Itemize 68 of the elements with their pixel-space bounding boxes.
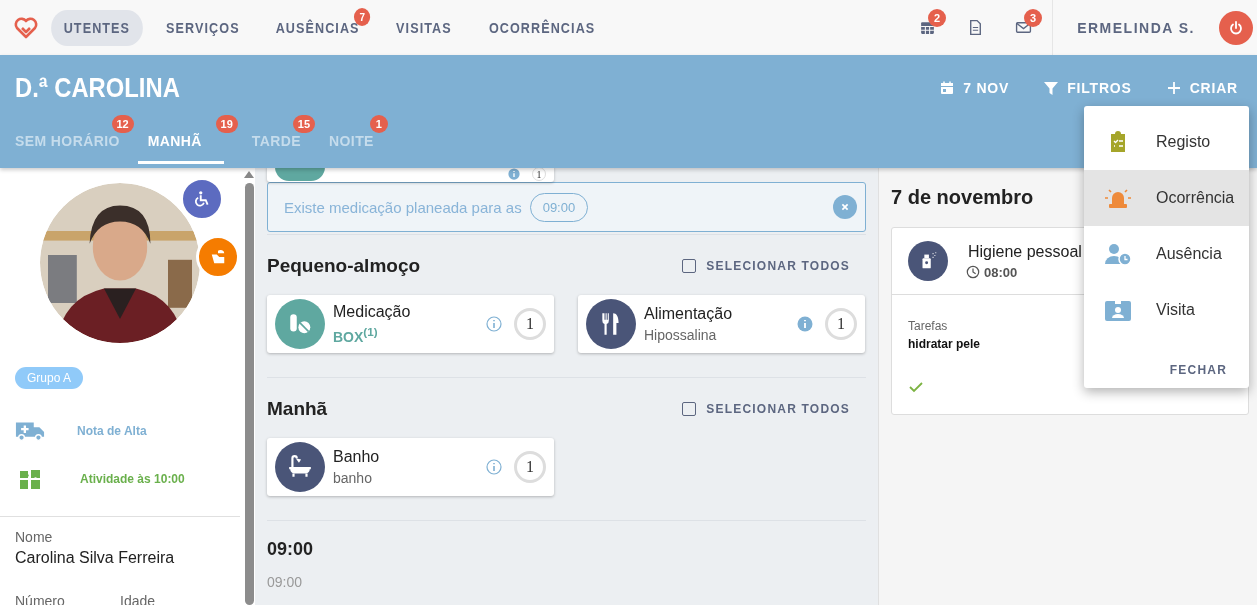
note-text: Nota de Alta: [77, 424, 147, 438]
count-badge: 3: [1024, 8, 1043, 27]
count-circle: 1: [825, 308, 857, 340]
user-clock-icon: [1104, 242, 1132, 266]
task-card[interactable]: Alimentação Hipossalina 1: [578, 295, 865, 353]
mail-icon: [1014, 19, 1032, 36]
count-badge: 1: [369, 115, 388, 133]
event-time: 08:00: [966, 264, 1082, 280]
note-text: Atividade às 10:00: [80, 472, 185, 486]
nav-tab[interactable]: OCORRÊNCIAS: [475, 9, 608, 46]
event-title: Higiene pessoal: [968, 242, 1082, 261]
toolbar-button[interactable]: 2: [910, 10, 945, 45]
calendar-icon: [918, 19, 936, 36]
menu-item[interactable]: Visita: [1084, 282, 1249, 338]
scrollbar-thumb[interactable]: [244, 183, 254, 605]
nav-tab[interactable]: SERVIÇOS: [153, 9, 252, 46]
nav-tab[interactable]: VISITAS: [383, 9, 465, 46]
info-icon[interactable]: [508, 168, 520, 180]
field-label: Nome: [15, 529, 54, 545]
group-chip: Grupo A: [15, 367, 84, 389]
time-entry: 09:00: [267, 574, 304, 590]
card-subtitle: Hipossalina: [644, 327, 718, 343]
select-all-checkbox[interactable]: SELECIONAR TODOS: [682, 259, 866, 273]
day-title: 7 de novembro: [891, 186, 1034, 209]
clock-icon: [966, 265, 980, 279]
plus-icon: [1165, 80, 1182, 96]
card-title: Banho: [333, 448, 381, 466]
card-title: Alimentação: [644, 305, 734, 323]
count-badge: 2: [928, 8, 947, 27]
close-menu-button[interactable]: FECHAR: [1163, 362, 1233, 378]
info-icon[interactable]: [486, 316, 502, 332]
bathtub-icon: [287, 454, 313, 480]
section-title: Pequeno-almoço: [267, 255, 421, 277]
calendar-icon: [939, 80, 956, 96]
page-title: D.ª CAROLINA: [15, 72, 180, 104]
card-subtitle: banho: [333, 470, 373, 486]
filter-icon: [1043, 80, 1060, 96]
field-value: Carolina Silva Ferreira: [15, 549, 176, 567]
card-title: Medicação: [333, 303, 412, 322]
section-title: 09:00: [267, 539, 315, 560]
siren-icon: [1104, 186, 1132, 210]
count-badge: 19: [215, 115, 238, 133]
puzzle-icon: [18, 467, 42, 491]
toolbar-button[interactable]: 3: [1006, 10, 1041, 45]
count-circle: 1: [514, 308, 546, 340]
nav-tab[interactable]: UTENTES: [51, 9, 143, 46]
user-name: ERMELINDA S.: [1077, 19, 1195, 36]
task-card[interactable]: Medicação BOX$^{(1)}$ 1: [267, 295, 554, 353]
task-card[interactable]: Banho banho 1: [267, 438, 554, 496]
close-button[interactable]: [833, 195, 857, 219]
power-button[interactable]: [1219, 10, 1253, 45]
card-subtitle: BOX$^{(1)}$: [333, 325, 379, 345]
alert-text: Existe medicação planeada para as: [284, 198, 522, 216]
tasks-label: Tarefas: [908, 319, 949, 333]
menu-item[interactable]: Ausência: [1084, 226, 1249, 282]
select-all-checkbox[interactable]: SELECIONAR TODOS: [682, 402, 866, 416]
info-icon[interactable]: [486, 459, 502, 475]
power-icon: [1228, 19, 1244, 36]
menu-item[interactable]: Ocorrência: [1084, 170, 1249, 226]
heart-logo[interactable]: [14, 15, 38, 40]
menu-item[interactable]: Registo: [1084, 114, 1249, 170]
badge-icon: [1104, 298, 1132, 322]
section-title: Manhã: [267, 398, 328, 420]
tasks-value: hidratar pele: [908, 337, 982, 351]
count-circle: 1: [514, 451, 546, 483]
count-badge: 15: [292, 115, 316, 133]
count-badge: 12: [111, 115, 134, 133]
info-icon[interactable]: [797, 316, 813, 332]
